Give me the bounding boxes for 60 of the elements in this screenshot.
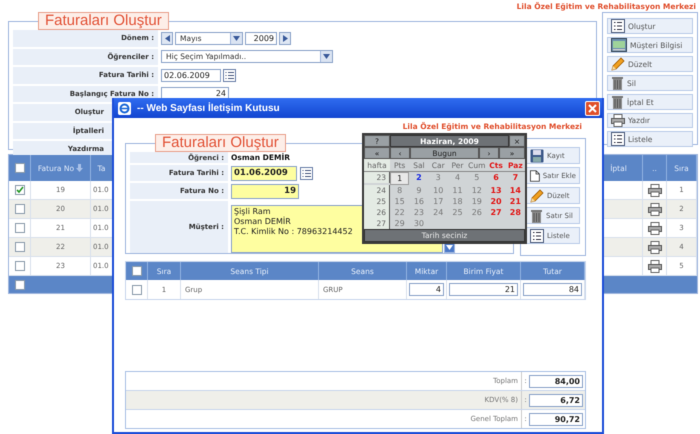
printer-icon	[648, 184, 662, 196]
date-field[interactable]: 01.06.2009	[231, 166, 297, 180]
trash-icon	[530, 208, 543, 222]
calendar-day[interactable]: 7	[506, 172, 525, 183]
calendar-day[interactable]: 1	[390, 172, 410, 185]
checkbox[interactable]	[132, 266, 142, 276]
pencil-icon	[530, 188, 544, 202]
calendar-day[interactable]: 27	[486, 207, 506, 218]
calendar-day[interactable]: 20	[486, 196, 506, 207]
checkbox[interactable]	[14, 204, 24, 214]
calendar-day[interactable]: 28	[506, 207, 525, 218]
list-icon	[611, 19, 625, 33]
calendar-day[interactable]: 21	[506, 196, 525, 207]
browser-icon	[118, 102, 131, 114]
printer-icon	[648, 222, 662, 234]
calendar-day[interactable]: 2	[409, 172, 429, 183]
total-field[interactable]: 90,72	[529, 412, 583, 426]
checkbox[interactable]	[14, 261, 24, 271]
caret-icon	[323, 54, 330, 60]
quantity-field[interactable]: 4	[409, 283, 444, 296]
list-icon	[611, 132, 625, 146]
close-icon	[588, 104, 597, 112]
checkbox[interactable]	[132, 284, 142, 294]
calendar-day[interactable]: 6	[486, 172, 506, 183]
price-field[interactable]: 21	[449, 283, 518, 296]
calendar-icon[interactable]	[300, 166, 313, 180]
triangle-left-icon	[164, 34, 170, 42]
list-icon	[530, 228, 544, 242]
total-field[interactable]: 84,00	[529, 374, 583, 388]
screen-icon	[611, 38, 627, 52]
year-field[interactable]: 2009	[245, 32, 277, 45]
printer-icon	[611, 114, 625, 127]
page-icon	[530, 168, 540, 182]
sort-arrow-icon	[76, 164, 84, 172]
pencil-icon	[611, 57, 625, 71]
number-field[interactable]: 19	[231, 184, 299, 198]
form-title: Faturaları Oluştur	[38, 12, 169, 30]
previous-button[interactable]	[161, 32, 173, 45]
close-button[interactable]	[585, 100, 600, 116]
trash-icon	[611, 95, 624, 109]
checkbox[interactable]	[14, 185, 24, 195]
checkbox[interactable]	[14, 163, 24, 173]
calendar-day[interactable]: 18	[448, 196, 468, 207]
caret-icon	[233, 36, 240, 41]
next-button[interactable]	[279, 32, 291, 45]
calendar-day[interactable]: 14	[506, 185, 525, 196]
form-title: Faturaları Oluştur	[155, 134, 286, 152]
total-field[interactable]: 6,72	[529, 394, 583, 406]
date-field[interactable]: 02.06.2009	[161, 68, 221, 82]
printer-icon	[648, 202, 662, 216]
amount-field[interactable]: 84	[523, 283, 582, 296]
trash-icon	[611, 76, 624, 90]
printer-icon	[648, 240, 662, 254]
triangle-right-icon	[282, 34, 288, 42]
calendar-icon[interactable]	[223, 68, 236, 82]
checkbox[interactable]	[14, 242, 24, 252]
checkbox[interactable]	[14, 223, 24, 233]
printer-icon	[648, 260, 662, 272]
calendar-day[interactable]: 13	[486, 185, 506, 196]
checkbox[interactable]	[15, 280, 25, 290]
